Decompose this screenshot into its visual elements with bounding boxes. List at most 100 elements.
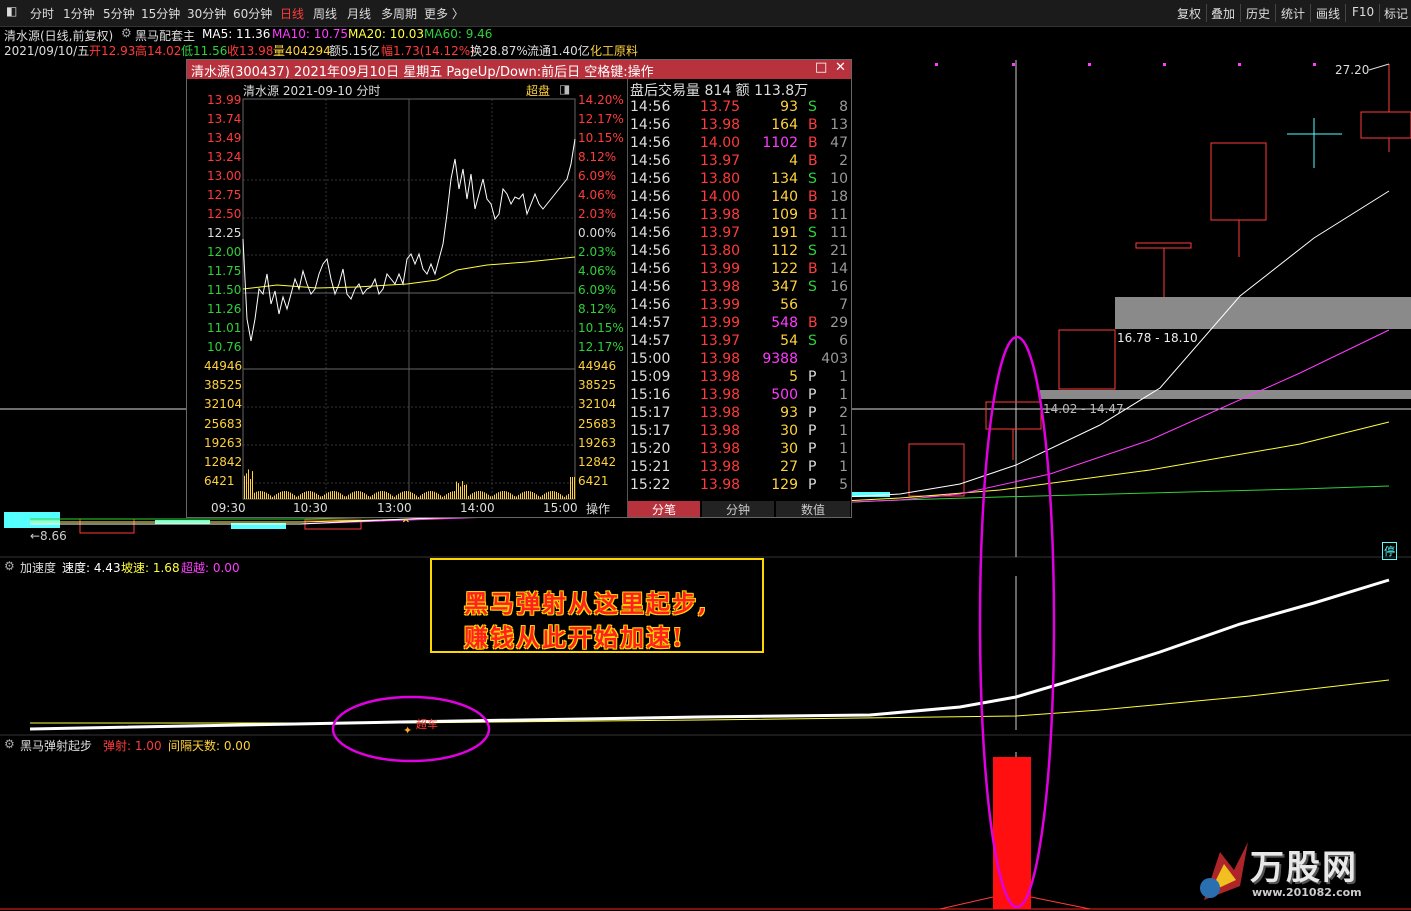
launch-indicator-name: 黑马弹射起步 — [20, 739, 93, 753]
mini-volume-bar — [254, 492, 255, 499]
mini-time-label: 10:30 — [293, 501, 328, 515]
mini-volume-bar — [258, 491, 259, 499]
mini-volume-bar — [436, 492, 437, 499]
mini-volume-bar — [558, 492, 559, 499]
mini-volume-bar — [456, 481, 457, 499]
tick-price: 13.97 — [700, 333, 741, 349]
mini-pct-label: 8.12% — [578, 302, 617, 316]
tick-volume: 548 — [771, 315, 798, 331]
tick-time: 14:56 — [630, 171, 671, 187]
tick-time: 14:56 — [630, 117, 671, 133]
tick-count: 403 — [821, 351, 848, 367]
mini-volume-bar — [396, 495, 397, 499]
resistance-zone-1 — [1115, 297, 1411, 329]
mini-volume-bar — [538, 495, 539, 499]
mini-volume-bar — [482, 491, 483, 499]
tick-time: 15:22 — [630, 477, 671, 493]
tick-count: 7 — [839, 297, 848, 313]
accel-speed: 速度: 4.43 — [62, 561, 121, 575]
suspended-badge[interactable]: 停 — [1382, 542, 1397, 560]
operate-button[interactable]: 操作 — [586, 500, 610, 517]
mini-volume-bar — [394, 496, 395, 499]
high-price-label: 27.20 — [1335, 63, 1370, 77]
mini-volume-bar — [374, 493, 375, 499]
mini-volume-bar — [526, 491, 527, 499]
mini-volume-bar — [298, 495, 299, 499]
mini-pct-label: 12.17% — [578, 112, 624, 126]
mini-volume-bar — [462, 481, 463, 499]
popup-titlebar[interactable]: 清水源(300437) 2021年09月10日 星期五 PageUp/Down:… — [187, 60, 851, 80]
mini-volume-bar — [356, 491, 357, 499]
mini-volume-bar — [420, 495, 421, 499]
mini-volume-bar — [384, 491, 385, 499]
mini-volume-bar — [342, 494, 343, 499]
tick-direction: B — [808, 153, 818, 169]
launch-settings-icon[interactable]: ⚙ — [4, 737, 15, 751]
mini-volume-bar — [528, 491, 529, 499]
mini-price-label: 13.49 — [207, 131, 242, 145]
tick-count: 13 — [830, 117, 848, 133]
mini-volume-bar — [534, 493, 535, 499]
mini-volume-bar — [432, 491, 433, 499]
mini-volume-bar — [276, 494, 277, 499]
mini-volume-bar — [532, 492, 533, 499]
mini-volume-bar — [512, 494, 513, 499]
super-toggle[interactable]: 超盘 — [526, 82, 550, 99]
tick-direction: S — [808, 99, 817, 115]
mini-volume-label: 6421 — [578, 474, 609, 489]
tick-count: 5 — [839, 477, 848, 493]
tick-price: 13.98 — [700, 369, 741, 385]
tick-direction: S — [808, 225, 817, 241]
tick-direction: B — [808, 207, 818, 223]
mini-price-label: 12.50 — [207, 207, 242, 221]
tick-time: 14:56 — [630, 279, 671, 295]
mini-price-label: 11.01 — [207, 321, 242, 335]
tick-count: 47 — [830, 135, 848, 151]
tick-count: 21 — [830, 243, 848, 259]
tick-volume: 122 — [771, 261, 798, 277]
tick-row: 14:56 13.97 191 S 11 — [628, 225, 852, 243]
tick-list[interactable]: 盘后交易量 814 额 113.8万 14:56 13.75 93 S 8 14:56 13… — [627, 79, 852, 517]
mini-volume-bar — [332, 491, 333, 499]
mini-volume-bar — [316, 493, 317, 499]
tab-minutes[interactable]: 分钟 — [702, 501, 774, 517]
layout-icon[interactable]: ◨ — [559, 82, 570, 96]
tick-price: 13.97 — [700, 153, 741, 169]
mini-volume-label: 19263 — [204, 435, 243, 450]
tick-count: 11 — [830, 225, 848, 241]
tick-price: 13.98 — [700, 207, 741, 223]
accel-settings-icon[interactable]: ⚙ — [4, 559, 15, 573]
tick-count: 2 — [839, 153, 848, 169]
close-icon[interactable]: ✕ — [835, 60, 846, 75]
intraday-popup[interactable]: 清水源(300437) 2021年09月10日 星期五 PageUp/Down:… — [186, 59, 852, 518]
mini-volume-bar — [438, 493, 439, 499]
tick-direction: B — [808, 135, 818, 151]
tab-values[interactable]: 数值 — [776, 501, 850, 517]
tick-count: 14 — [830, 261, 848, 277]
mini-volume-bar — [494, 494, 495, 499]
tick-time: 14:56 — [630, 189, 671, 205]
tick-price: 13.97 — [700, 225, 741, 241]
tick-count: 18 — [830, 189, 848, 205]
tick-count: 8 — [839, 99, 848, 115]
mini-chart-title: 清水源 2021-09-10 分时 — [243, 84, 381, 98]
mini-price-label: 13.74 — [207, 112, 242, 126]
launch-signal-bar — [993, 757, 1031, 909]
mini-price-label: 13.99 — [207, 93, 242, 107]
tick-time: 14:56 — [630, 225, 671, 241]
maximize-icon[interactable]: □ — [815, 60, 827, 75]
mini-volume-bar — [350, 493, 351, 499]
mini-volume-bar — [488, 494, 489, 499]
intraday-chart[interactable]: 清水源 2021-09-10 分时 超盘 ◨ 13.99 13.74 13.49 13… — [187, 79, 627, 517]
mini-volume-bar — [312, 491, 313, 499]
mini-price-label: 12.25 — [207, 226, 242, 240]
tick-count: 29 — [830, 315, 848, 331]
tab-ticks[interactable]: 分笔 — [628, 501, 700, 517]
tick-direction: P — [808, 477, 817, 493]
mini-volume-bar — [252, 471, 253, 499]
tick-volume: 56 — [780, 297, 798, 313]
tick-row: 15:00 13.98 9388 403 — [628, 351, 852, 369]
star-marker-icon: ✦ — [403, 724, 413, 737]
mini-volume-bar — [454, 491, 455, 499]
tick-row: 14:56 13.99 122 B 14 — [628, 261, 852, 279]
